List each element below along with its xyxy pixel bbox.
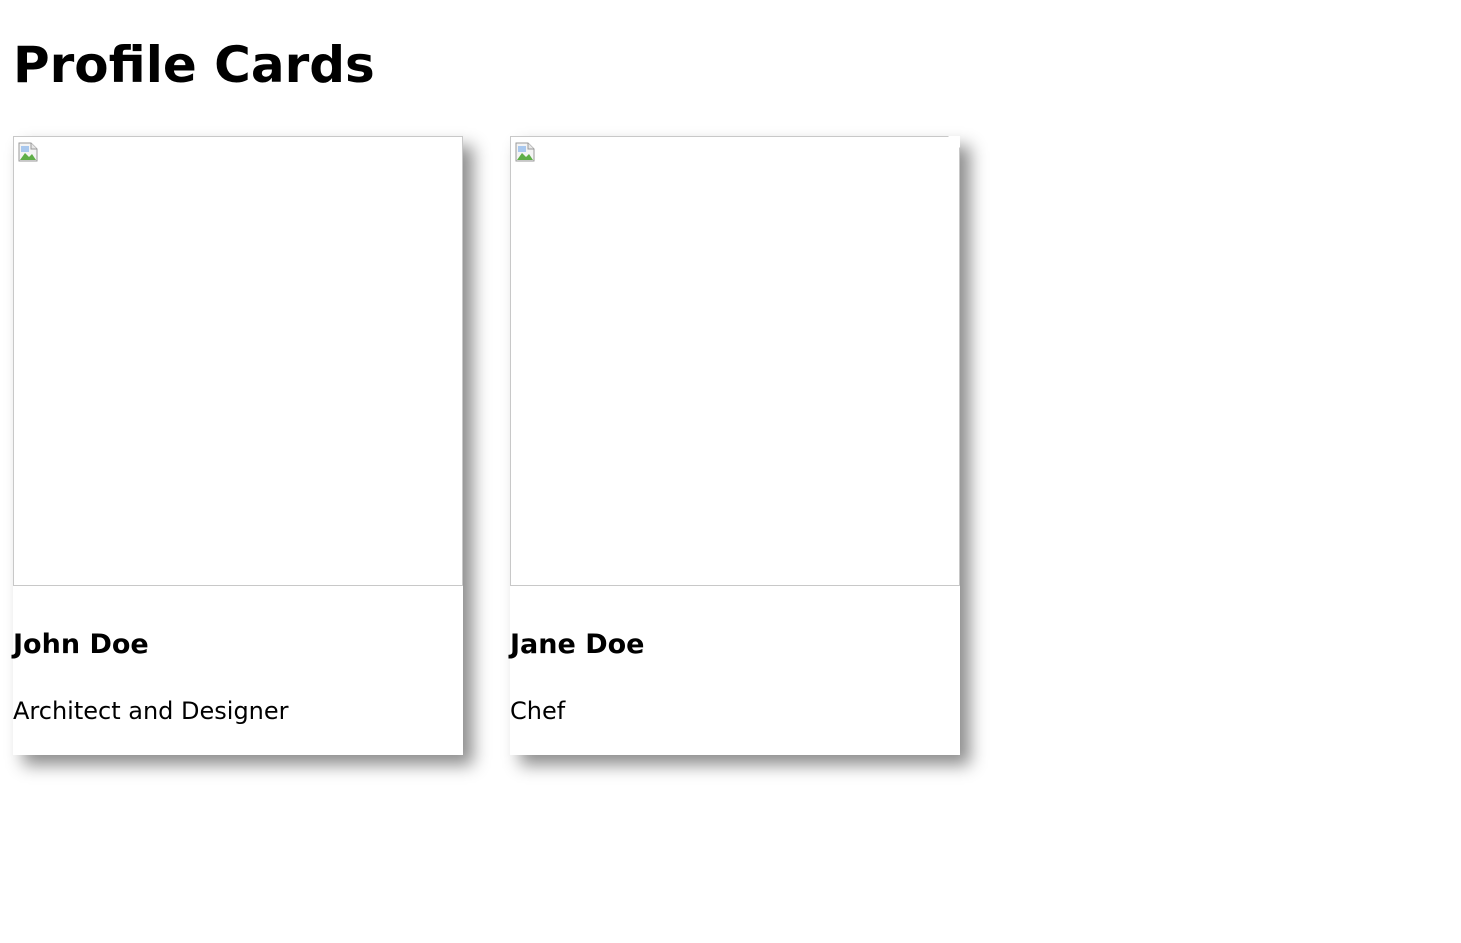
profile-image: [13, 136, 463, 586]
page: Profile Cards John Doe Architect and Des…: [0, 0, 1461, 943]
profile-card-john-doe: John Doe Architect and Designer: [13, 136, 463, 755]
profile-card-jane-doe: Jane Doe Chef: [510, 136, 960, 755]
page-title: Profile Cards: [13, 36, 375, 94]
profile-role: Chef: [510, 697, 566, 725]
profile-image: [510, 136, 960, 586]
profile-name: Jane Doe: [510, 629, 645, 660]
card-corner-fold: [948, 136, 960, 148]
profile-card-list: John Doe Architect and Designer Jane Doe…: [13, 136, 960, 755]
profile-role: Architect and Designer: [13, 697, 289, 725]
broken-image-icon: [515, 142, 535, 162]
broken-image-icon: [18, 142, 38, 162]
profile-name: John Doe: [13, 629, 149, 660]
